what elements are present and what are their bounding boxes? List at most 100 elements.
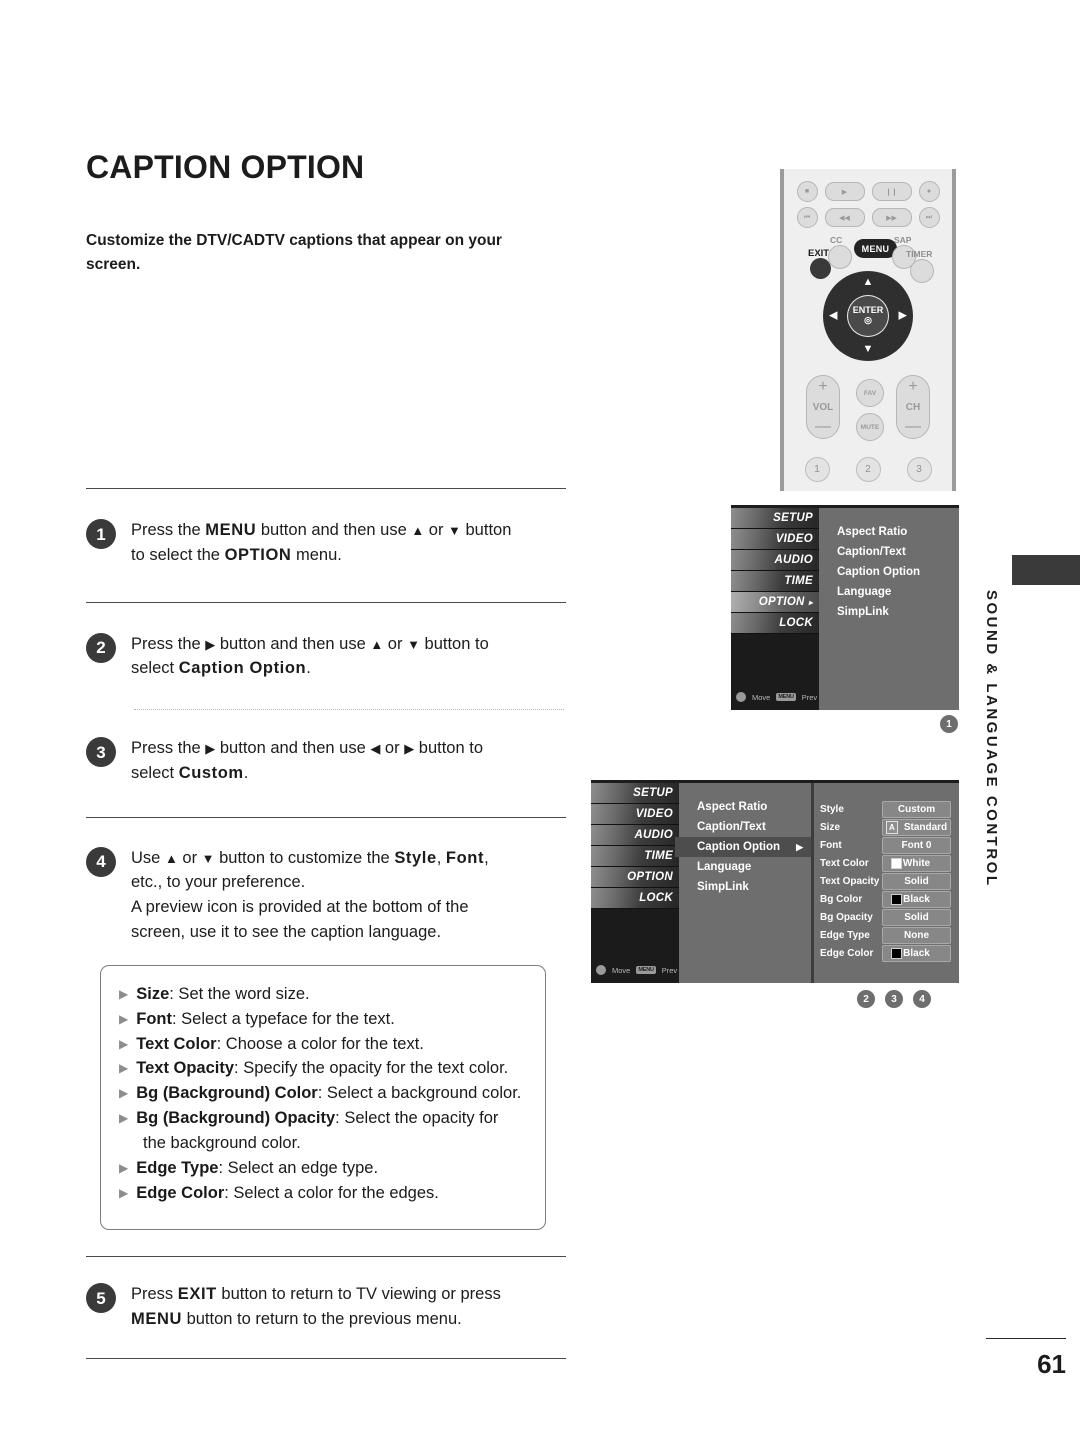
value-field-style[interactable]: Custom: [882, 801, 951, 818]
number-row: 1 2 3: [784, 457, 952, 482]
osd2-rail-audio[interactable]: AUDIO: [591, 825, 679, 846]
value-label-style: Style: [820, 804, 844, 815]
osd1-rail-setup[interactable]: SETUP: [731, 508, 819, 529]
down-arrow-icon: ▼: [448, 523, 461, 539]
osd2-rail-lock[interactable]: LOCK: [591, 888, 679, 909]
dpad-navigation[interactable]: ▲ ▼ ◀ ▶ ENTER ◎: [823, 271, 913, 361]
record-icon[interactable]: ●: [918, 181, 940, 202]
divider-rule-2: [86, 601, 566, 603]
footer-divider: [986, 1338, 1066, 1339]
step-5-exit-key: EXIT: [177, 1285, 217, 1304]
caption-attributes-box: ▶ Size: Set the word size. ▶ Font: Selec…: [100, 964, 546, 1231]
right-arrow-icon-2: ▶: [404, 741, 415, 757]
side-tab-label: SOUND & LANGUAGE CONTROL: [983, 590, 1000, 888]
bullet-font-term: Font: [136, 1009, 172, 1028]
bullet-bg-opacity-cont: the background color.: [143, 1132, 527, 1156]
stop-icon[interactable]: ■: [796, 181, 818, 202]
osd1-item-aspect-ratio[interactable]: Aspect Ratio: [833, 522, 959, 542]
osd2-item-aspect-ratio[interactable]: Aspect Ratio: [693, 797, 811, 817]
skip-back-icon[interactable]: ⏮: [796, 207, 818, 228]
divider-rule-5: [86, 1357, 566, 1359]
osd2-item-caption-option[interactable]: Caption Option ▶: [675, 837, 811, 857]
osd2-rail-option[interactable]: OPTION: [591, 867, 679, 888]
value-field-bg-color[interactable]: Black: [882, 891, 951, 908]
divider-rule-3: [86, 816, 566, 818]
value-field-text-opacity[interactable]: Solid: [882, 873, 951, 890]
number-button-2[interactable]: 2: [855, 457, 881, 482]
menu-button[interactable]: MENU: [854, 239, 897, 258]
value-text-text-color: White: [902, 858, 931, 869]
step-2-seg-c: button to: [419, 634, 489, 653]
ch-plus-icon[interactable]: +: [908, 379, 917, 395]
bullet-size-desc: : Set the word size.: [169, 984, 310, 1003]
mute-button[interactable]: MUTE: [856, 413, 884, 441]
play-icon[interactable]: ▶: [824, 182, 865, 201]
timer-button[interactable]: [910, 259, 934, 283]
value-field-edge-type[interactable]: None: [882, 927, 951, 944]
osd1-rail-video[interactable]: VIDEO: [731, 529, 819, 550]
enter-button[interactable]: ENTER ◎: [848, 296, 888, 336]
step-1-seg-c: button and then use: [256, 521, 412, 540]
step-5-seg-a: Press: [131, 1285, 178, 1304]
osd2-rail-time[interactable]: TIME: [591, 846, 679, 867]
dpad-down-icon[interactable]: ▼: [863, 344, 874, 355]
mute-label: MUTE: [860, 423, 880, 431]
osd1-rail-audio[interactable]: AUDIO: [731, 550, 819, 571]
chevron-right-icon: ▶: [796, 841, 803, 852]
osd1-item-language[interactable]: Language: [833, 582, 959, 602]
step-3-or: or: [380, 739, 405, 758]
value-field-text-color[interactable]: White: [882, 855, 951, 872]
vol-minus-icon[interactable]: —: [815, 419, 831, 435]
page-title: CAPTION OPTION: [86, 149, 365, 185]
value-field-bg-opacity[interactable]: Solid: [882, 909, 951, 926]
value-label-size: Size: [820, 822, 841, 833]
osd2-item-caption-text[interactable]: Caption/Text: [693, 817, 811, 837]
step-4-line4: screen, use it to see the caption langua…: [131, 922, 442, 941]
dpad-right-icon[interactable]: ▶: [899, 310, 907, 322]
cc-label: CC: [830, 235, 843, 245]
pause-icon[interactable]: ❙❙: [871, 182, 912, 201]
channel-rocker[interactable]: + CH —: [896, 375, 930, 439]
osd2-marker-2: 2: [857, 990, 875, 1008]
ch-minus-icon[interactable]: —: [905, 419, 921, 435]
step-2-caption-option: Caption Option: [178, 659, 307, 678]
fav-button[interactable]: FAV: [856, 379, 884, 407]
osd2-item-simplink[interactable]: SimpLink: [693, 877, 811, 897]
value-label-bg-color: Bg Color: [820, 894, 863, 905]
chevron-right-icon: ▸: [808, 597, 813, 607]
vol-label: VOL: [812, 401, 834, 413]
osd1-rail-option[interactable]: OPTION ▸: [731, 592, 819, 613]
step-2-line2-c: .: [306, 659, 311, 678]
dpad-left-icon[interactable]: ◀: [829, 310, 837, 322]
transport-row-top: ■ ▶ ❙❙ ●: [784, 181, 952, 202]
number-button-3[interactable]: 3: [906, 457, 932, 482]
bullet-bg-opacity-term: Bg (Background) Opacity: [136, 1109, 336, 1128]
value-field-font[interactable]: Font 0: [882, 837, 951, 854]
osd1-marker-1: 1: [940, 715, 958, 733]
bullet-triangle-icon: ▶: [119, 1186, 129, 1201]
bullet-size-term: Size: [136, 984, 170, 1003]
step-1-menu-key: MENU: [205, 521, 257, 540]
step-5: 5 Press EXIT button to return to TV view…: [86, 1282, 566, 1332]
osd1-item-simplink[interactable]: SimpLink: [833, 602, 959, 622]
value-field-edge-color[interactable]: Black: [882, 945, 951, 962]
rewind-icon[interactable]: ◀◀: [824, 208, 865, 227]
osd2-footer-hints: Move MENU Prev: [591, 957, 679, 983]
cc-button[interactable]: [828, 245, 852, 269]
vol-plus-icon[interactable]: +: [818, 379, 827, 395]
osd2-rail-video[interactable]: VIDEO: [591, 804, 679, 825]
fast-forward-icon[interactable]: ▶▶: [871, 208, 912, 227]
osd1-rail-lock[interactable]: LOCK: [731, 613, 819, 634]
osd2-rail-setup[interactable]: SETUP: [591, 783, 679, 804]
number-button-1[interactable]: 1: [804, 457, 830, 482]
dpad-up-icon[interactable]: ▲: [863, 277, 874, 288]
step-3-seg-a: Press the: [131, 739, 206, 758]
osd2-item-language[interactable]: Language: [693, 857, 811, 877]
sap-label: SAP: [894, 235, 912, 245]
osd1-item-caption-text[interactable]: Caption/Text: [833, 542, 959, 562]
value-field-size[interactable]: A Standard: [882, 819, 951, 836]
osd1-item-caption-option[interactable]: Caption Option: [833, 562, 959, 582]
volume-rocker[interactable]: + VOL —: [806, 375, 840, 439]
osd1-rail-time[interactable]: TIME: [731, 571, 819, 592]
skip-forward-icon[interactable]: ⏭: [918, 207, 940, 228]
